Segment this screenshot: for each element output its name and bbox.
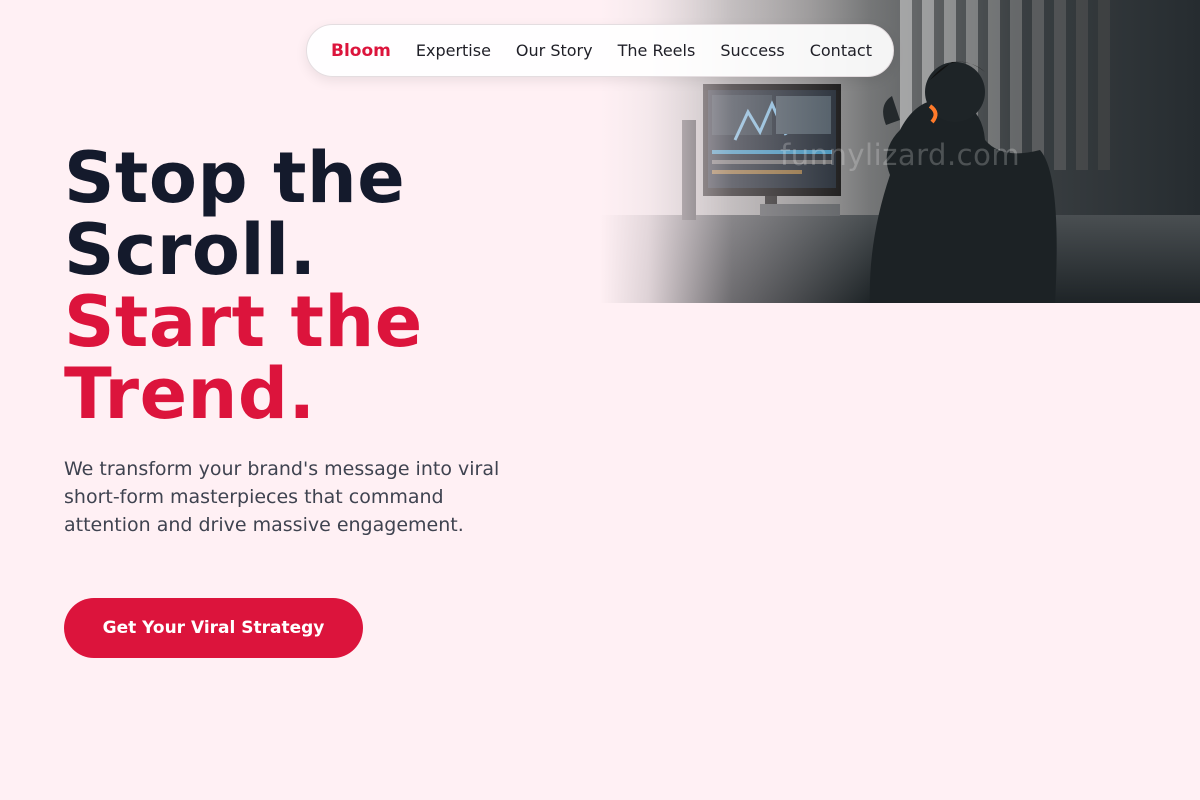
hero-headline: Stop the Scroll. Start the Trend.	[64, 142, 423, 430]
main-nav: Bloom Expertise Our Story The Reels Succ…	[306, 24, 894, 77]
nav-link-our-story[interactable]: Our Story	[516, 41, 593, 60]
headline-line-4: Trend.	[64, 353, 316, 435]
nav-link-contact[interactable]: Contact	[810, 41, 872, 60]
headline-line-1: Stop the	[64, 137, 406, 219]
nav-link-expertise[interactable]: Expertise	[416, 41, 491, 60]
get-viral-strategy-button[interactable]: Get Your Viral Strategy	[64, 598, 363, 658]
headline-line-2: Scroll.	[64, 209, 317, 291]
brand-logo-link[interactable]: Bloom	[331, 41, 391, 61]
headline-line-3: Start the	[64, 281, 423, 363]
image-watermark: funnylizard.com	[780, 138, 1021, 172]
nav-link-the-reels[interactable]: The Reels	[618, 41, 696, 60]
hero-subtext: We transform your brand's message into v…	[64, 458, 500, 536]
nav-link-success[interactable]: Success	[720, 41, 784, 60]
